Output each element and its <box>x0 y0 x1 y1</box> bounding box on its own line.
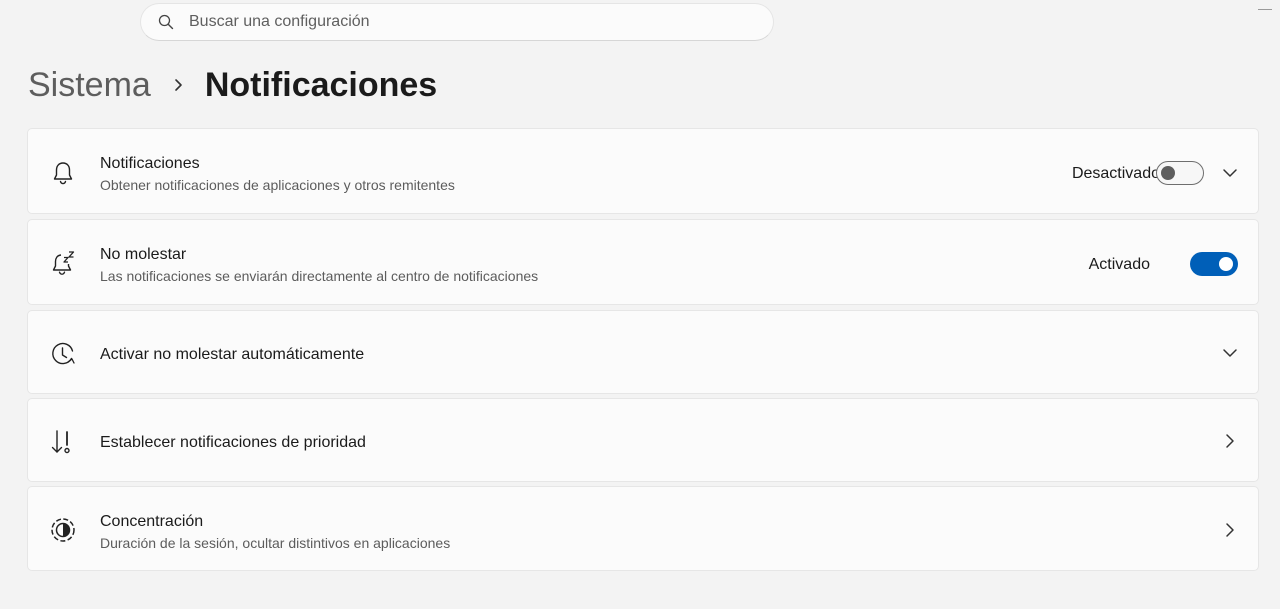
chevron-right-icon[interactable] <box>1222 522 1238 538</box>
minimize-icon[interactable] <box>1258 9 1272 10</box>
toggle-state-label: Desactivado <box>1071 165 1160 182</box>
chevron-right-icon <box>165 62 193 108</box>
bell-snooze-icon <box>48 248 78 278</box>
toggle-knob <box>1161 166 1175 180</box>
focus-icon <box>48 515 78 545</box>
toggle-state-label: Activado <box>1088 256 1150 273</box>
setting-title: Notificaciones <box>100 155 200 172</box>
setting-subtitle: Duración de la sesión, ocultar distintiv… <box>100 535 451 551</box>
search-input[interactable]: Buscar una configuración <box>189 13 370 31</box>
notifications-toggle[interactable] <box>1156 161 1204 185</box>
setting-title: Establecer notificaciones de prioridad <box>100 434 366 451</box>
setting-priority-notifications[interactable]: Establecer notificaciones de prioridad <box>27 398 1259 482</box>
breadcrumb: Sistema Notificaciones <box>28 62 437 108</box>
breadcrumb-parent[interactable]: Sistema <box>28 66 151 105</box>
setting-subtitle: Obtener notificaciones de aplicaciones y… <box>100 177 455 193</box>
setting-title: Concentración <box>100 513 204 530</box>
setting-auto-dnd[interactable]: Activar no molestar automáticamente <box>27 310 1259 394</box>
setting-title: Activar no molestar automáticamente <box>100 346 365 363</box>
setting-focus[interactable]: Concentración Duración de la sesión, ocu… <box>27 486 1259 571</box>
setting-do-not-disturb[interactable]: No molestar Las notificaciones se enviar… <box>27 219 1259 305</box>
chevron-down-icon[interactable] <box>1222 165 1238 181</box>
page-title: Notificaciones <box>204 65 438 104</box>
setting-subtitle: Las notificaciones se enviarán directame… <box>100 268 539 284</box>
do-not-disturb-toggle[interactable] <box>1190 252 1238 276</box>
setting-title: No molestar <box>100 246 187 263</box>
chevron-down-icon[interactable] <box>1222 345 1238 361</box>
search-icon <box>157 13 175 31</box>
chevron-right-icon[interactable] <box>1222 433 1238 449</box>
search-box[interactable]: Buscar una configuración <box>140 3 774 41</box>
toggle-knob <box>1219 257 1233 271</box>
bell-icon <box>48 158 78 188</box>
priority-arrow-icon <box>48 427 78 457</box>
settings-page: Buscar una configuración Sistema Notific… <box>0 0 1280 609</box>
clock-icon <box>48 339 78 369</box>
setting-notifications[interactable]: Notificaciones Obtener notificaciones de… <box>27 128 1259 214</box>
